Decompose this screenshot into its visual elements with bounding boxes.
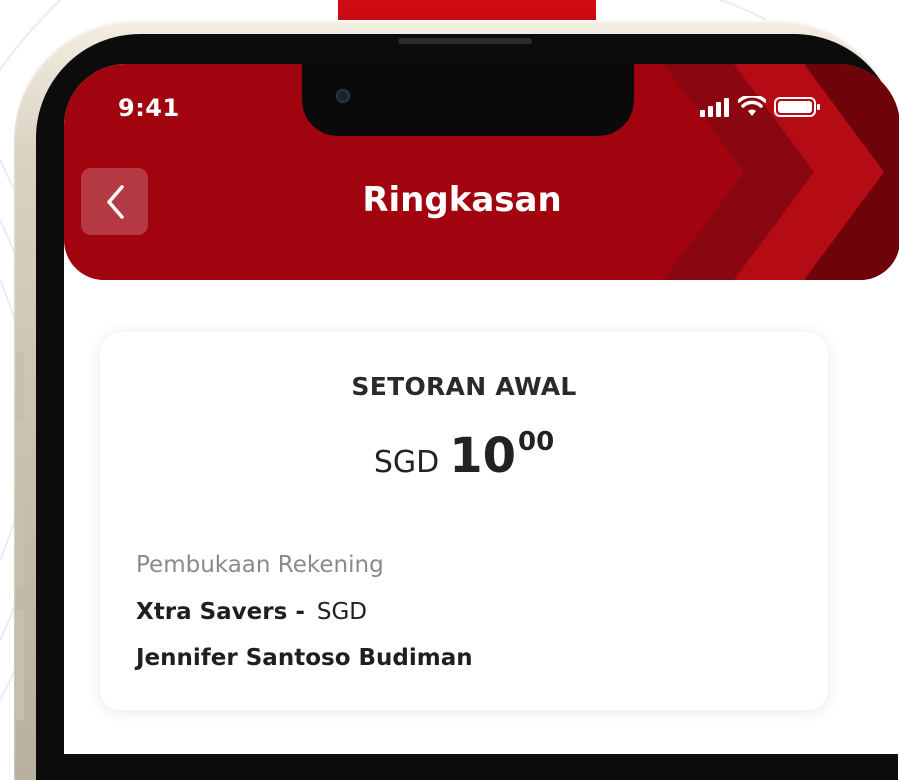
account-holder-name: Jennifer Santoso Budiman (136, 645, 473, 671)
amount-currency: SGD (373, 445, 440, 480)
amount-integer: 10 (449, 428, 516, 484)
phone-notch (302, 64, 634, 136)
status-icons (700, 96, 822, 118)
volume-button (16, 610, 24, 720)
summary-card: SETORAN AWAL SGD 1000 Pembukaan Rekening … (100, 332, 828, 710)
phone-screen: 9:41 Ringkasan SETORAN AWAL SGD 1000 Pem… (64, 64, 899, 754)
account-product: Xtra Savers - SGD (136, 599, 367, 625)
initial-deposit-label: SETORAN AWAL (351, 372, 577, 401)
volume-button (16, 352, 24, 422)
deposit-amount: SGD 1000 (100, 427, 828, 484)
camera-icon (336, 89, 350, 103)
volume-button (16, 478, 24, 588)
wifi-icon (738, 96, 766, 116)
battery-icon (774, 97, 820, 117)
amount-decimal: 00 (518, 427, 555, 457)
phone-speaker (398, 38, 532, 44)
product-currency: SGD (316, 599, 368, 625)
status-time: 9:41 (118, 94, 180, 122)
cellular-signal-icon (700, 98, 729, 117)
account-opening-label: Pembukaan Rekening (136, 552, 384, 578)
product-name: Xtra Savers - (136, 599, 305, 625)
page-title: Ringkasan (362, 180, 562, 220)
